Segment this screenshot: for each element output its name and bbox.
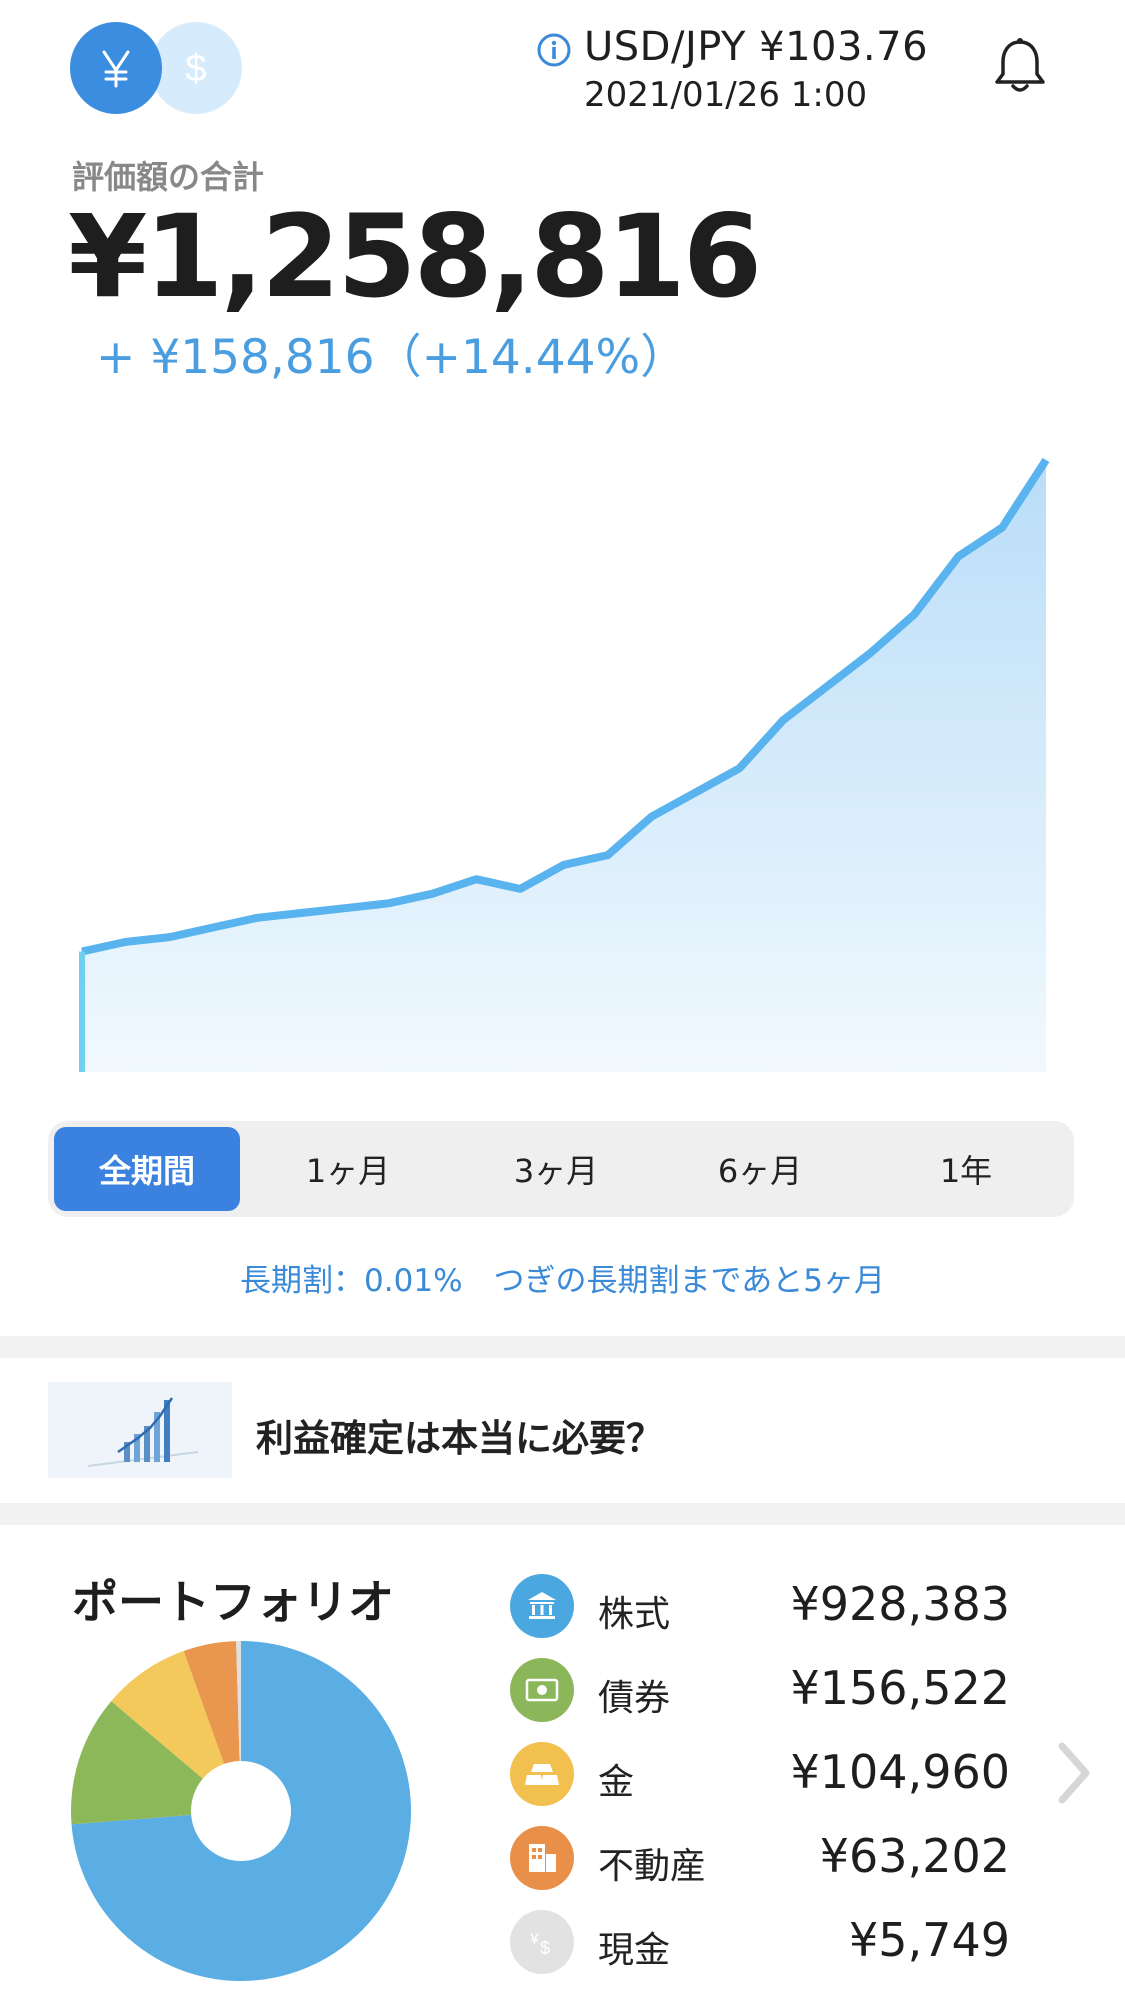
period-selector: 全期間 1ヶ月 3ヶ月 6ヶ月 1年 [48, 1121, 1074, 1217]
asset-name: 株式 [598, 1594, 671, 1635]
asset-value: ¥156,522 [790, 1661, 1011, 1715]
fx-rate: USD/JPY ¥103.76 [584, 24, 929, 70]
asset-value: ¥104,960 [790, 1745, 1011, 1799]
svg-text:¥: ¥ [529, 1931, 539, 1948]
cash-icon: ¥ $ [510, 1910, 574, 1974]
period-1y[interactable]: 1年 [866, 1127, 1066, 1211]
asset-name: 金 [598, 1762, 635, 1803]
dollar-icon: $ [185, 48, 206, 90]
period-all[interactable]: 全期間 [54, 1127, 240, 1211]
chart-area-fill [82, 460, 1046, 1072]
article-thumbnail[interactable] [48, 1382, 232, 1478]
chevron-right-icon[interactable] [1052, 1738, 1096, 1808]
asset-row-gold[interactable]: 金 ¥104,960 [510, 1739, 1010, 1809]
asset-value: ¥5,749 [849, 1913, 1010, 1967]
yen-icon [102, 50, 130, 88]
performance-chart[interactable] [0, 400, 1125, 1100]
svg-text:$: $ [185, 48, 206, 90]
svg-text:$: $ [540, 1938, 550, 1958]
bond-icon [510, 1658, 574, 1722]
building-icon [510, 1826, 574, 1890]
asset-value: ¥63,202 [819, 1829, 1010, 1883]
article-title[interactable]: 利益確定は本当に必要？ [256, 1408, 663, 1462]
yen-toggle-button[interactable] [70, 22, 162, 114]
dollar-toggle-button[interactable]: $ [150, 22, 242, 114]
divider [0, 1503, 1125, 1525]
portfolio-title: ポートフォリオ [72, 1575, 394, 1629]
bell-icon[interactable] [990, 36, 1050, 98]
total-value: ¥1,258,816 [68, 190, 762, 323]
fx-timestamp: 2021/01/26 1:00 [584, 75, 868, 115]
asset-name: 現金 [598, 1930, 671, 1971]
period-1m[interactable]: 1ヶ月 [248, 1127, 448, 1211]
period-3m[interactable]: 3ヶ月 [456, 1127, 656, 1211]
asset-row-real-estate[interactable]: 不動産 ¥63,202 [510, 1823, 1010, 1893]
asset-row-cash[interactable]: ¥ $ 現金 ¥5,749 [510, 1907, 1010, 1977]
chart-thumbnail-icon [48, 1382, 232, 1478]
long-term-discount-text[interactable]: 長期割：0.01% つぎの長期割まであと5ヶ月 [0, 1255, 1125, 1300]
divider [0, 1336, 1125, 1358]
period-6m[interactable]: 6ヶ月 [660, 1127, 860, 1211]
bank-icon [510, 1574, 574, 1638]
gold-icon [510, 1742, 574, 1806]
asset-name: 債券 [598, 1678, 671, 1719]
asset-row-bonds[interactable]: 債券 ¥156,522 [510, 1655, 1010, 1725]
asset-value: ¥928,383 [790, 1577, 1011, 1631]
portfolio-donut-chart[interactable] [70, 1640, 412, 1982]
asset-name: 不動産 [598, 1846, 707, 1887]
info-icon[interactable] [536, 32, 572, 68]
total-change: + ¥158,816（+14.44%） [96, 330, 688, 385]
asset-row-stocks[interactable]: 株式 ¥928,383 [510, 1571, 1010, 1641]
